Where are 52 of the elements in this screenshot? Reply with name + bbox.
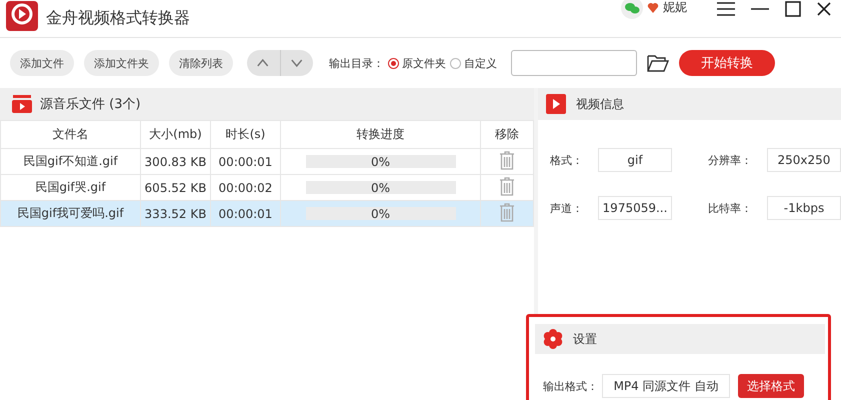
info-field: gif — [598, 148, 672, 172]
table-cell: 民国gif不知道.gif — [0, 148, 140, 174]
heart-icon — [647, 2, 659, 14]
output-directory-label: 输出目录： — [329, 56, 384, 70]
clapperboard-icon — [12, 95, 32, 113]
path-field[interactable] — [511, 50, 637, 76]
trash-icon[interactable] — [499, 176, 515, 196]
panel-title: 视频信息 — [576, 96, 624, 112]
table-cell: 民国gif我可爱吗.gif — [0, 200, 140, 226]
radio-label[interactable]: 原文件夹 — [402, 56, 446, 70]
toolbar-button[interactable]: 清除列表 — [169, 50, 233, 76]
column-header: 时长(s) — [210, 120, 280, 148]
minimize-icon[interactable] — [751, 8, 769, 10]
field-label: 声道： — [550, 200, 584, 216]
progress-text: 0% — [370, 206, 390, 220]
info-field: 250x250 — [767, 148, 841, 172]
folder-icon[interactable] — [647, 54, 669, 72]
column-header: 移除 — [480, 120, 534, 148]
menu-icon[interactable] — [717, 2, 735, 16]
table-cell: 00:00:01 — [210, 200, 280, 226]
toolbar-button[interactable]: 添加文件夹 — [84, 50, 159, 76]
field-label: 格式： — [550, 152, 584, 168]
progress-text: 0% — [370, 180, 390, 194]
field-label: 分辨率： — [708, 152, 753, 168]
table-cell: 300.83 KB — [140, 148, 210, 174]
info-field: 1975059... — [598, 196, 672, 220]
settings-icon — [543, 329, 563, 349]
output-format-field[interactable]: MP4 同源文件 自动 — [602, 374, 730, 398]
window-title: 金舟视频格式转换器 — [46, 8, 190, 29]
field-label: 输出格式： — [543, 378, 598, 394]
panel-title: 设置 — [573, 330, 597, 348]
column-header: 文件名 — [0, 120, 140, 148]
table-cell: 333.52 KB — [140, 200, 210, 226]
start-convert-button[interactable]: 开始转换 — [679, 50, 775, 76]
play-icon — [546, 94, 566, 114]
column-header: 转换进度 — [280, 120, 480, 148]
table-cell: 00:00:01 — [210, 148, 280, 174]
radio-label[interactable]: 自定义 — [464, 56, 497, 70]
maximize-icon[interactable] — [785, 0, 801, 16]
trash-icon[interactable] — [499, 150, 515, 170]
choose-format-button[interactable]: 选择格式 — [738, 374, 804, 398]
field-label: 比特率： — [708, 200, 753, 216]
trash-icon[interactable] — [499, 202, 515, 222]
panel-title: 源音乐文件 (3个) — [40, 96, 141, 113]
info-field: -1kbps — [767, 196, 841, 220]
radio-button[interactable] — [388, 58, 399, 68]
toolbar-button[interactable]: 添加文件 — [10, 50, 74, 76]
radio-button[interactable] — [450, 58, 461, 68]
close-icon[interactable] — [817, 2, 831, 16]
user-name[interactable]: 妮妮 — [663, 0, 687, 16]
progress-text: 0% — [370, 154, 390, 168]
column-header: 大小(mb) — [140, 120, 210, 148]
